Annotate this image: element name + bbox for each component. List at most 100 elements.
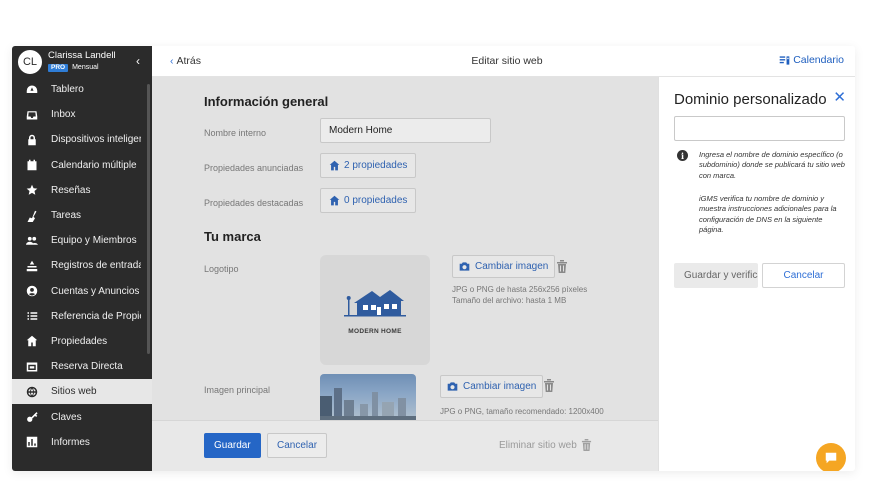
sidebar-item-label: Calendario múltiple <box>51 159 137 171</box>
sidebar-item-label: Referencia de Propiedades <box>51 310 141 322</box>
home-icon <box>329 160 340 171</box>
back-link[interactable]: ‹ Atrás <box>170 55 201 67</box>
city-image <box>320 388 416 423</box>
page-title: Editar sitio web <box>471 55 543 67</box>
sidebar-item-label: Reserva Directa <box>51 361 123 373</box>
main-image-hint: JPG o PNG, tamaño recomendado: 1200x400 <box>440 407 604 416</box>
listed-properties-button[interactable]: 2 propiedades <box>320 153 417 178</box>
sidebar: CL Clarissa Landell PRO Mensual ‹ Tabler… <box>12 46 152 471</box>
chat-button[interactable] <box>816 443 846 471</box>
back-label: Atrás <box>176 55 202 67</box>
sidebar-item-label: Sitios web <box>51 386 97 398</box>
internal-name-input[interactable]: Modern Home <box>320 118 491 143</box>
top-bar: ‹ Atrás Editar sitio web Calendario <box>152 46 855 77</box>
sidebar-item-label: Equipo y Miembros <box>51 235 137 247</box>
star-icon <box>25 183 39 197</box>
globe-icon <box>25 385 39 399</box>
featured-properties-value: 0 propiedades <box>344 195 408 206</box>
calendar-icon <box>25 158 39 172</box>
checkin-icon <box>25 259 39 273</box>
main-image-preview <box>320 374 416 423</box>
home-icon <box>329 195 340 206</box>
bottom-action-bar: Guardar Cancelar Eliminar sitio web <box>152 420 658 471</box>
close-icon[interactable]: ✕ <box>833 90 846 105</box>
main-content: Información general Nombre interno Moder… <box>152 77 658 471</box>
logo-hint-file: Tamaño del archivo: hasta 1 MB <box>452 296 567 305</box>
sidebar-item-calendario[interactable]: Calendario múltiple <box>12 153 152 178</box>
delete-website-button[interactable]: Eliminar sitio web <box>499 439 592 451</box>
sidebar-item-registros[interactable]: Registros de entrada <box>12 253 152 278</box>
user-profile[interactable]: CL Clarissa Landell PRO Mensual ‹ <box>12 46 152 77</box>
delete-website-label: Eliminar sitio web <box>499 439 577 451</box>
brand-heading: Tu marca <box>204 229 261 244</box>
sidebar-item-tablero[interactable]: Tablero <box>12 77 152 102</box>
calendar-list-icon <box>779 55 790 65</box>
collapse-sidebar-icon[interactable]: ‹ <box>136 55 140 67</box>
sidebar-item-label: Tareas <box>51 210 82 222</box>
sidebar-item-label: Reseñas <box>51 184 91 196</box>
calendar-label: Calendario <box>793 54 844 66</box>
internal-name-label: Nombre interno <box>204 128 267 138</box>
save-verify-button[interactable]: Guardar y verificar <box>674 263 758 288</box>
sidebar-item-label: Cuentas y Anuncios <box>51 285 140 297</box>
sidebar-item-tareas[interactable]: Tareas <box>12 203 152 228</box>
sidebar-item-label: Propiedades <box>51 335 108 347</box>
sidebar-item-resenas[interactable]: Reseñas <box>12 178 152 203</box>
custom-domain-panel: Dominio personalizado ✕ i Ingresa el nom… <box>658 77 855 471</box>
sidebar-item-referencia[interactable]: Referencia de Propiedades <box>12 304 152 329</box>
listed-properties-value: 2 propiedades <box>344 160 408 171</box>
delete-logo-icon[interactable] <box>556 260 568 273</box>
sidebar-nav: Tablero Inbox Dispositivos inteligentes … <box>12 77 152 455</box>
sidebar-scrollbar[interactable] <box>147 84 150 354</box>
sidebar-item-label: Dispositivos inteligentes <box>51 134 141 146</box>
team-icon <box>25 234 39 248</box>
sidebar-item-dispositivos[interactable]: Dispositivos inteligentes <box>12 127 152 152</box>
change-main-image-label: Cambiar imagen <box>463 381 537 392</box>
sidebar-item-sitios-web[interactable]: Sitios web <box>12 379 152 405</box>
key-icon <box>25 410 39 424</box>
featured-properties-label: Propiedades destacadas <box>204 198 304 208</box>
logo-preview: MODERN HOME <box>320 255 430 365</box>
booking-icon <box>25 360 39 374</box>
user-plan: PRO Mensual <box>48 63 116 72</box>
sidebar-item-reserva[interactable]: Reserva Directa <box>12 354 152 379</box>
sidebar-item-equipo[interactable]: Equipo y Miembros <box>12 228 152 253</box>
delete-main-image-icon[interactable] <box>543 379 555 392</box>
sidebar-item-cuentas[interactable]: Cuentas y Anuncios <box>12 279 152 304</box>
domain-verify-text: iGMS verifica tu nombre de dominio y mue… <box>699 194 837 235</box>
sidebar-item-inbox[interactable]: Inbox <box>12 102 152 127</box>
logo-text: MODERN HOME <box>348 328 402 335</box>
list-icon <box>25 309 39 323</box>
domain-input[interactable] <box>674 116 845 141</box>
sidebar-item-propiedades[interactable]: Propiedades <box>12 329 152 354</box>
sidebar-item-label: Informes <box>51 436 90 448</box>
user-name: Clarissa Landell <box>48 50 116 61</box>
featured-properties-button[interactable]: 0 propiedades <box>320 188 417 213</box>
domain-info-text: Ingresa el nombre de dominio específico … <box>699 150 845 180</box>
app-window: CL Clarissa Landell PRO Mensual ‹ Tabler… <box>12 46 855 471</box>
plan-label: Mensual <box>72 64 99 72</box>
sidebar-item-label: Claves <box>51 411 82 423</box>
user-meta: Clarissa Landell PRO Mensual <box>48 51 116 72</box>
change-logo-button[interactable]: Cambiar imagen <box>452 255 556 278</box>
chevron-left-icon: ‹ <box>170 55 174 67</box>
cancel-button[interactable]: Cancelar <box>267 433 328 458</box>
camera-icon <box>459 262 470 271</box>
broom-icon <box>25 209 39 223</box>
calendar-link[interactable]: Calendario <box>779 54 844 66</box>
sidebar-item-label: Tablero <box>51 84 84 96</box>
panel-title: Dominio personalizado <box>674 91 827 108</box>
change-logo-label: Cambiar imagen <box>475 261 549 272</box>
main-image-label: Imagen principal <box>204 385 271 395</box>
dashboard-icon <box>25 83 39 97</box>
panel-cancel-button[interactable]: Cancelar <box>762 263 845 288</box>
home-icon <box>25 334 39 348</box>
inbox-icon <box>25 108 39 122</box>
listed-properties-label: Propiedades anunciadas <box>204 163 304 173</box>
sidebar-item-claves[interactable]: Claves <box>12 404 152 429</box>
avatar[interactable]: CL <box>18 49 42 74</box>
sidebar-item-informes[interactable]: Informes <box>12 430 152 455</box>
camera-icon <box>447 382 458 391</box>
save-button[interactable]: Guardar <box>204 433 261 458</box>
change-main-image-button[interactable]: Cambiar imagen <box>440 375 544 398</box>
